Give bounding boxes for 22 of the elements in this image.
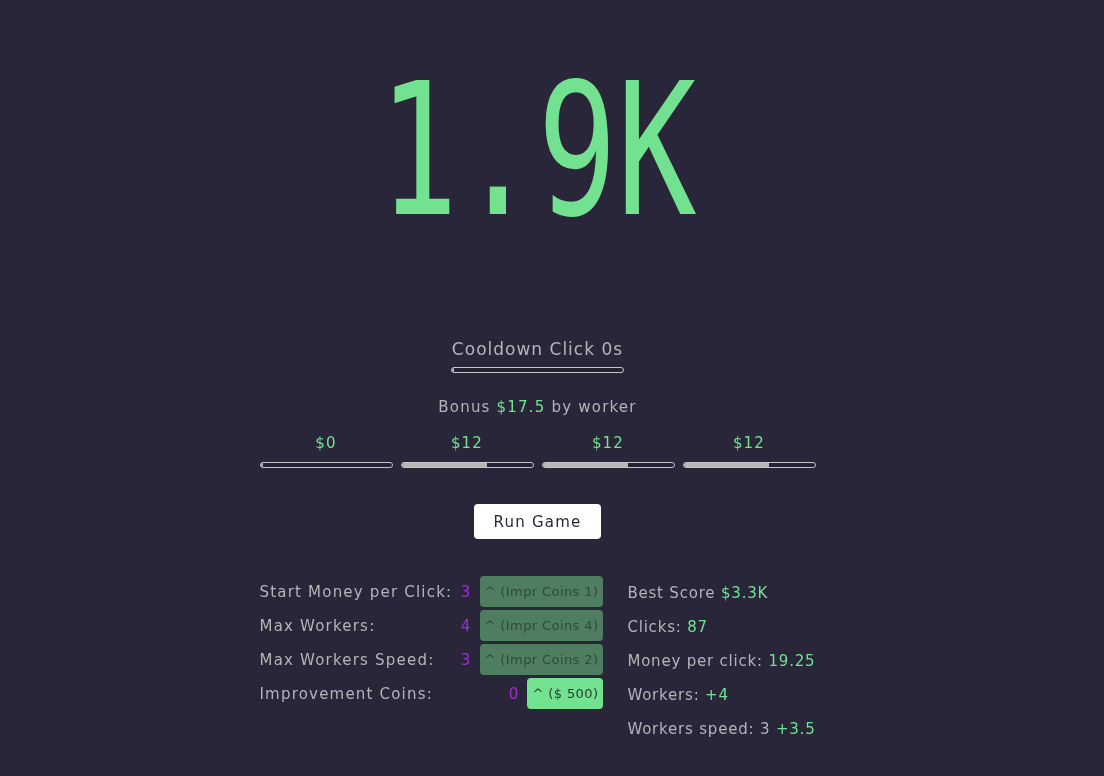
stat-text: Clicks: 87 (627, 617, 709, 638)
upgrade-label: Improvement Coins: (259, 684, 434, 703)
cooldown-label: Cooldown Click 0s (451, 339, 624, 359)
worker-earnings: $12 (732, 433, 766, 453)
run-game-button[interactable]: Run Game (474, 504, 601, 539)
upgrade-label: Max Workers: (259, 616, 377, 635)
score-counter: 1.9K (378, 59, 697, 243)
upgrade-label: Max Workers Speed: (259, 650, 436, 669)
upgrade-label: Start Money per Click: (259, 582, 453, 601)
upgrade-value: 3 (460, 650, 472, 669)
upgrade-button[interactable]: ^ ($ 500) (527, 678, 604, 709)
upgrade-value: 0 (508, 684, 520, 703)
stat-text: Workers: +4 (627, 685, 730, 706)
bonus-text: Bonus $17.5 by worker (438, 397, 637, 417)
stat-text: Money per click: 19.25 (627, 651, 816, 672)
worker-earnings: $0 (315, 433, 337, 453)
stat-text: Best Score $3.3K (627, 583, 770, 604)
worker-earnings: $12 (591, 433, 625, 453)
upgrade-value: 3 (460, 582, 472, 601)
stat-text: Workers speed: 3 +3.5 (627, 719, 816, 740)
upgrade-value: 4 (460, 616, 472, 635)
worker-earnings: $12 (450, 433, 484, 453)
